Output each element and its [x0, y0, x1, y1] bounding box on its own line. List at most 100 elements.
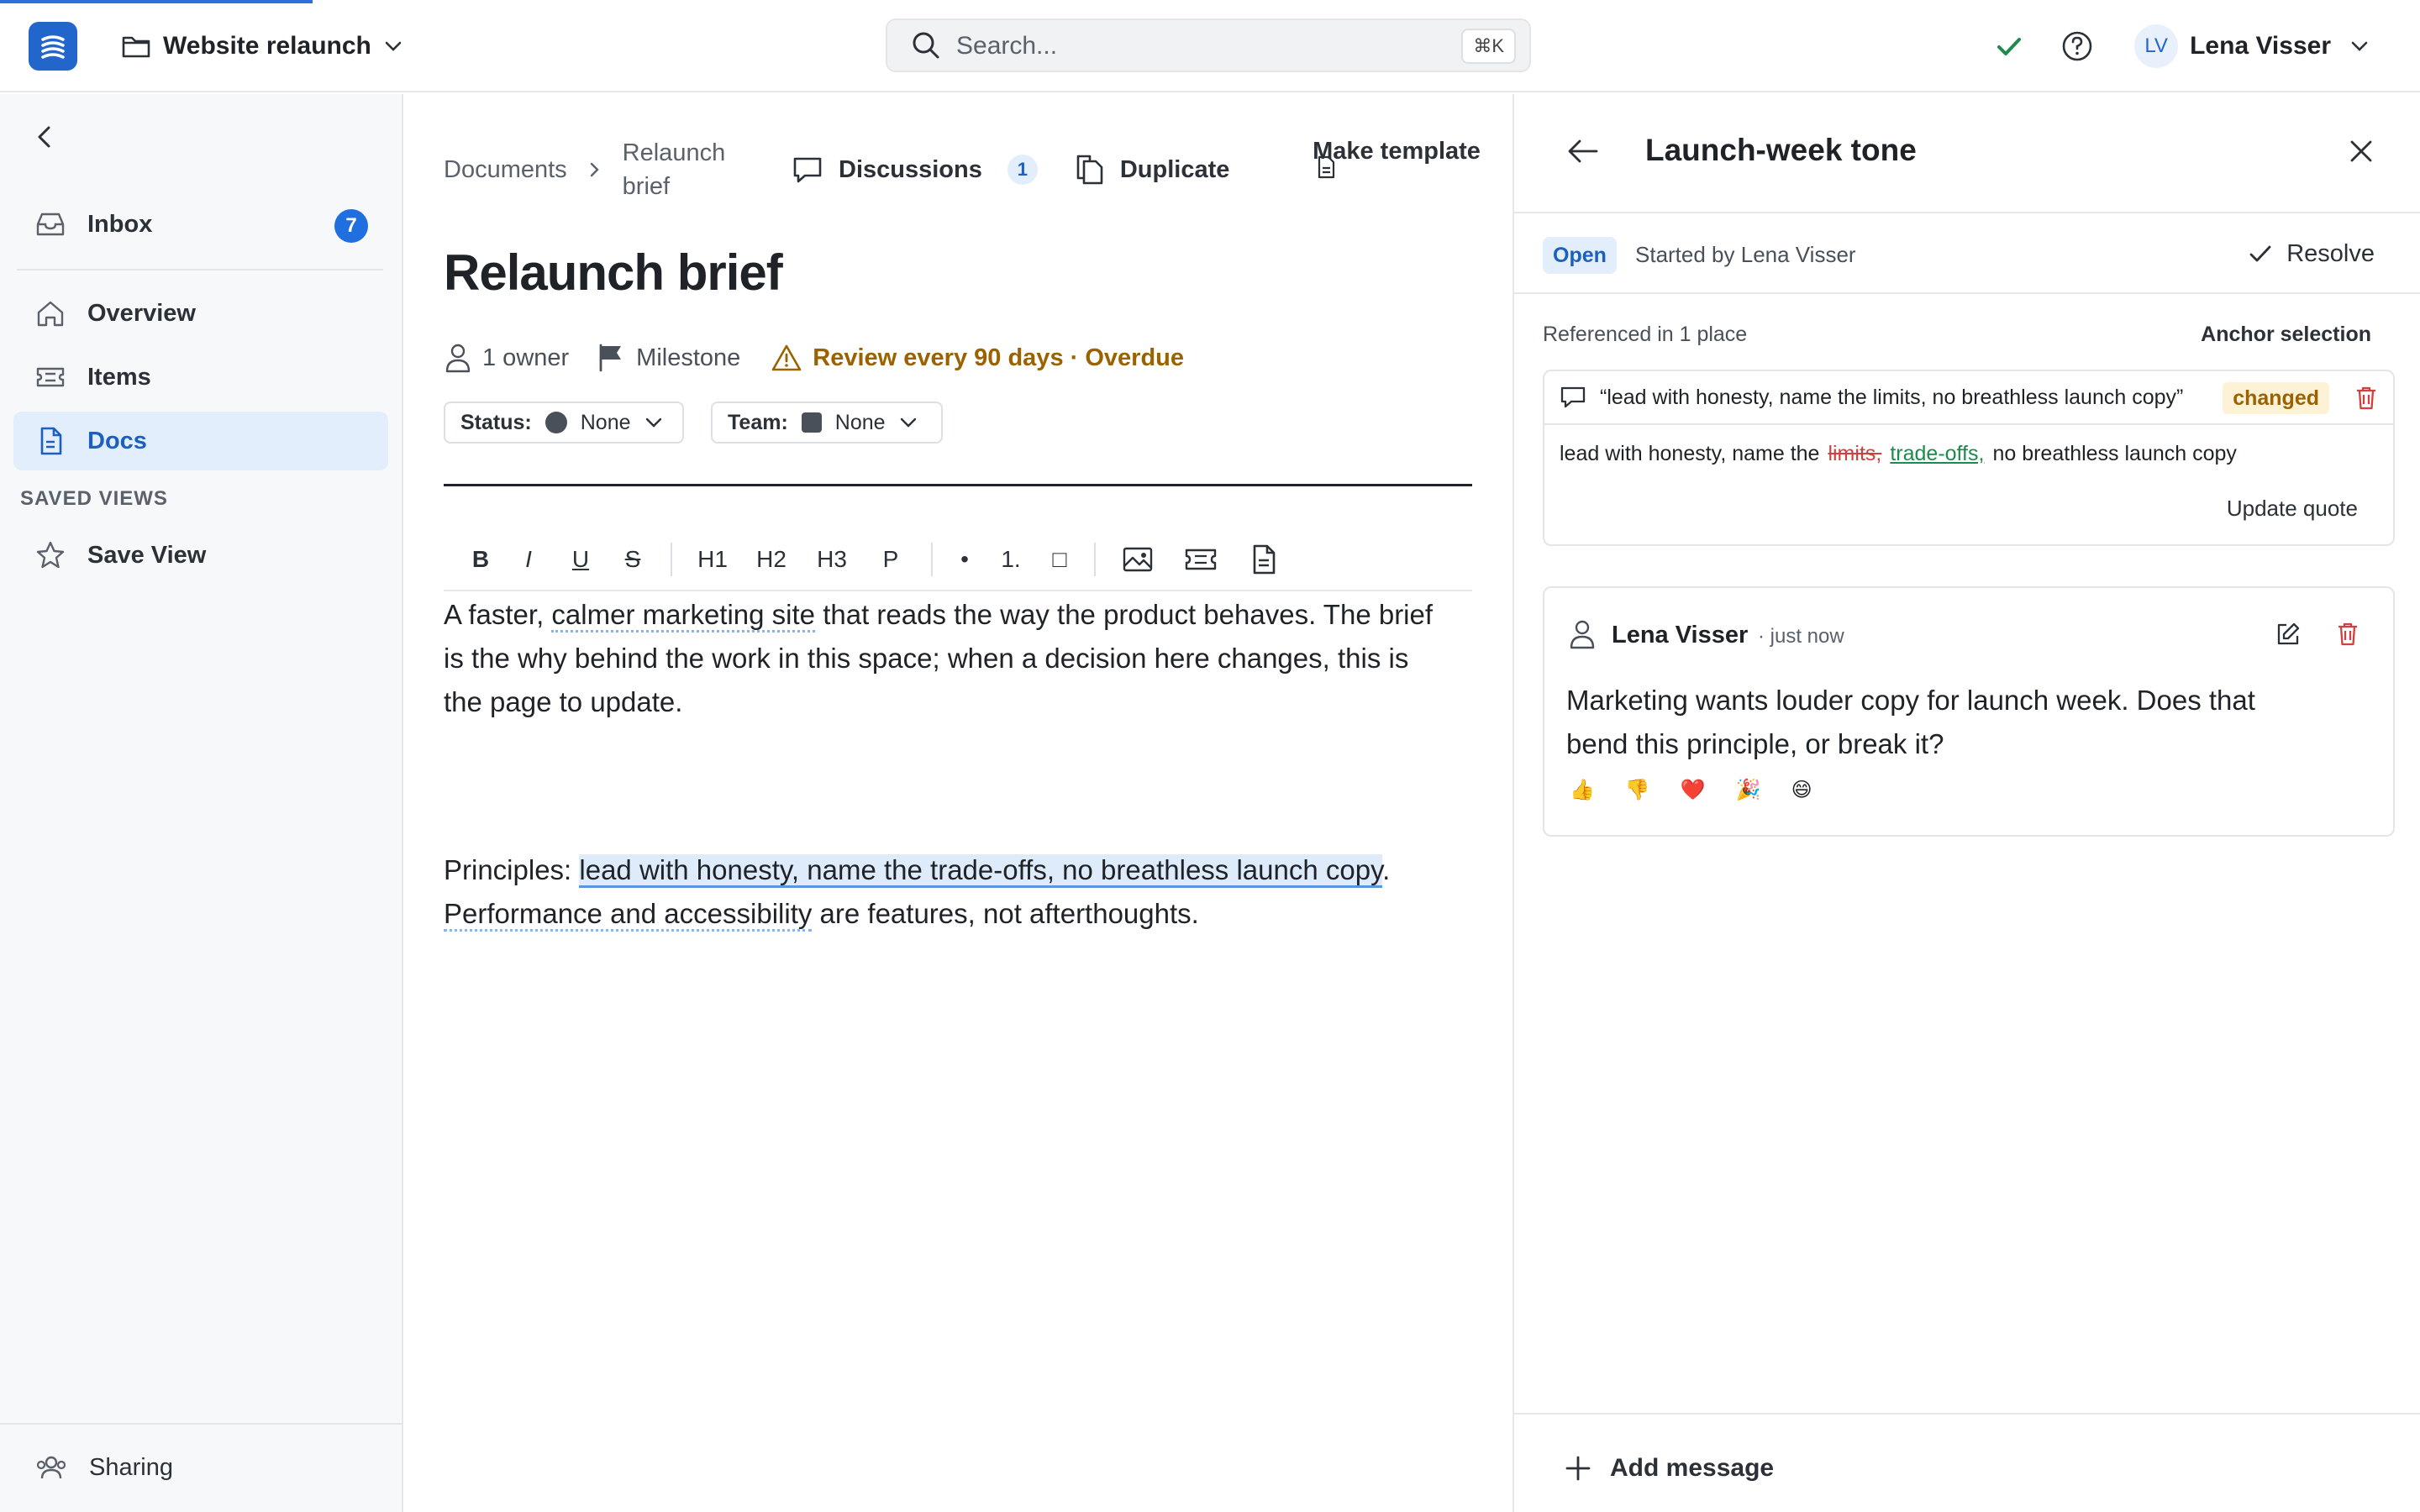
insert-image-button[interactable] — [1107, 538, 1168, 580]
italic-button[interactable]: I — [502, 538, 555, 580]
discussions-button[interactable]: Discussions 1 — [792, 155, 1038, 185]
anchored-highlight[interactable]: lead with honesty, name the trade-offs, … — [579, 854, 1383, 888]
reference-card: “lead with honesty, name the limits, no … — [1543, 370, 2395, 546]
loading-bar — [0, 0, 313, 3]
search-icon — [913, 32, 939, 59]
page-title[interactable]: Relaunch brief — [444, 244, 783, 302]
make-template-button[interactable]: Make template — [1313, 134, 1481, 168]
breadcrumb-current: Relaunch brief — [622, 139, 726, 200]
reaction-smile-icon[interactable]: 😄 — [1791, 778, 1812, 802]
reference-quote-row: “lead with honesty, name the limits, no … — [1544, 371, 2393, 425]
search-bar[interactable]: Search... ⌘K — [886, 18, 1531, 72]
checklist-button[interactable]: □ — [1037, 538, 1082, 580]
flag-icon — [599, 344, 622, 372]
chevron-down-icon — [645, 417, 661, 428]
project-switcher[interactable]: Website relaunch — [121, 27, 403, 66]
trash-icon[interactable] — [2354, 386, 2378, 411]
paragraph-button[interactable]: P — [862, 538, 919, 580]
status-select-label: Status: — [460, 410, 532, 434]
reaction-party-icon[interactable]: 🎉 — [1736, 778, 1761, 802]
trash-icon[interactable] — [2336, 622, 2360, 647]
saved-views-heading: SAVED VIEWS — [20, 487, 168, 510]
linked-phrase[interactable]: Performance and accessibility — [444, 898, 813, 932]
update-quote-button[interactable]: Update quote — [2227, 496, 2358, 522]
help-icon[interactable] — [2060, 29, 2094, 63]
anchor-selection-button[interactable]: Anchor selection — [2201, 323, 2371, 347]
team-square-icon — [801, 412, 822, 433]
project-name: Website relaunch — [163, 32, 371, 60]
owners-count: 1 owner — [482, 344, 570, 371]
underline-button[interactable]: U — [555, 538, 607, 580]
users-icon — [36, 1456, 66, 1479]
sidebar-item-label: Inbox — [87, 210, 153, 238]
sidebar-item-inbox[interactable]: Inbox 7 — [13, 195, 388, 254]
reaction-heart-icon[interactable]: ❤️ — [1681, 778, 1706, 802]
chevron-down-icon[interactable] — [2349, 39, 2370, 53]
back-arrow-icon[interactable] — [1566, 136, 1600, 166]
folder-icon — [122, 36, 150, 58]
sidebar-item-label: Overview — [87, 299, 196, 327]
numbered-list-button[interactable]: 1. — [985, 538, 1037, 580]
owners-button[interactable]: 1 owner — [444, 342, 569, 374]
sidebar-item-sharing[interactable]: Sharing — [13, 1438, 388, 1497]
add-message-button[interactable]: Add message — [1565, 1450, 1774, 1487]
discussions-count: 1 — [1007, 155, 1038, 185]
save-view-button[interactable]: Save View — [13, 526, 388, 585]
user-name[interactable]: Lena Visser — [2190, 32, 2331, 60]
strikethrough-button[interactable]: S — [607, 538, 659, 580]
diff-text: lead with honesty, name the — [1560, 442, 1820, 465]
heading3-button[interactable]: H3 — [802, 538, 862, 580]
paragraph-text: Principles: — [444, 854, 580, 885]
sidebar-item-docs[interactable]: Docs — [13, 412, 388, 470]
referenced-count: Referenced in 1 place — [1543, 323, 1748, 346]
bullet-list-button[interactable]: • — [944, 538, 985, 580]
document-area: Documents Relaunch brief Discussions 1 D… — [405, 94, 1512, 1512]
review-status[interactable]: Review every 90 days · Overdue — [771, 344, 1184, 372]
sidebar-item-label: Items — [87, 363, 151, 391]
star-icon — [36, 541, 65, 569]
paragraph-intro[interactable]: A faster, calmer marketing site that rea… — [444, 593, 1452, 724]
edit-icon[interactable] — [2275, 622, 2301, 647]
status-select[interactable]: Status: None — [444, 402, 684, 444]
team-select[interactable]: Team: None — [711, 402, 943, 444]
avatar[interactable]: LV — [2134, 24, 2179, 68]
inbox-icon — [36, 213, 65, 236]
document-icon — [1253, 544, 1276, 575]
check-icon[interactable] — [1993, 30, 2025, 62]
collapse-sidebar-icon[interactable] — [32, 124, 57, 150]
reaction-thumbs-down-icon[interactable]: 👎 — [1625, 778, 1650, 802]
app-logo[interactable] — [29, 22, 77, 71]
top-right-controls: LV Lena Visser — [1993, 24, 2370, 69]
sidebar-item-overview[interactable]: Overview — [13, 284, 388, 343]
comment-icon — [1560, 386, 1586, 408]
changed-badge: changed — [2223, 382, 2329, 414]
document-icon — [40, 427, 62, 455]
breadcrumb-documents[interactable]: Documents — [444, 156, 567, 184]
heading2-button[interactable]: H2 — [741, 538, 802, 580]
resolve-button[interactable]: Resolve — [2248, 235, 2375, 272]
milestone-button[interactable]: Milestone — [597, 343, 740, 373]
team-select-label: Team: — [728, 410, 788, 434]
document-actions: Discussions 1 Duplicate — [792, 134, 1229, 205]
search-placeholder: Search... — [956, 32, 1058, 60]
chevron-down-icon — [900, 417, 916, 428]
sidebar-divider — [17, 269, 383, 270]
heading1-button[interactable]: H1 — [684, 538, 741, 580]
chevron-down-icon — [385, 41, 402, 51]
linked-phrase[interactable]: calmer marketing site — [551, 599, 816, 633]
panel-header: Launch-week tone — [1514, 94, 2420, 213]
toolbar-separator — [931, 543, 933, 576]
paragraph-text: . — [1382, 854, 1391, 885]
bold-button[interactable]: B — [459, 538, 502, 580]
resolve-label: Resolve — [2286, 239, 2375, 267]
paragraph-text: A faster, — [444, 599, 552, 630]
sidebar-item-items[interactable]: Items — [13, 348, 388, 407]
message-card: Lena Visser · just now Marketing wants l… — [1543, 586, 2395, 837]
insert-embed-button[interactable] — [1168, 538, 1234, 580]
insert-document-button[interactable] — [1234, 538, 1294, 580]
paragraph-principles[interactable]: Principles: lead with honesty, name the … — [444, 848, 1452, 936]
panel-footer: Add message — [1514, 1413, 2420, 1512]
reaction-thumbs-up-icon[interactable]: 👍 — [1570, 778, 1595, 802]
close-icon[interactable] — [2348, 138, 2375, 165]
duplicate-button[interactable]: Duplicate — [1075, 154, 1229, 186]
